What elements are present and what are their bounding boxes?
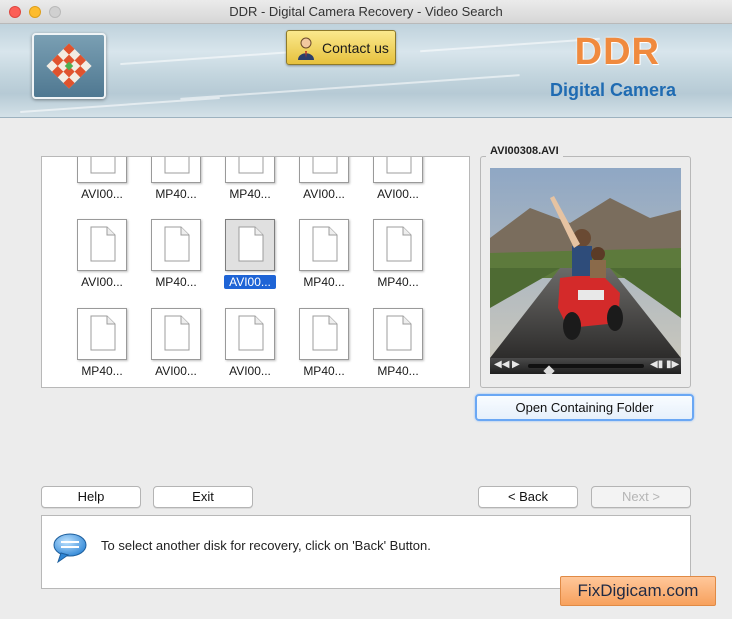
brand-subtitle: Digital Camera — [549, 80, 676, 100]
file-grid: AVI00... MP40... MP40... AVI00... AVI00... AV… — [41, 156, 470, 388]
file-name: AVI00... — [155, 364, 197, 378]
file-name: MP40... — [303, 364, 345, 378]
file-tile[interactable]: MP40... — [368, 306, 428, 380]
file-name: AVI00... — [224, 275, 276, 289]
document-icon — [164, 315, 190, 351]
file-name: MP40... — [377, 275, 419, 289]
file-thumbnail — [373, 219, 423, 271]
file-name: MP40... — [303, 275, 345, 289]
file-tile[interactable]: MP40... — [368, 217, 428, 291]
app-logo — [32, 33, 106, 99]
open-containing-folder-button[interactable]: Open Containing Folder — [475, 394, 694, 421]
status-message: To select another disk for recovery, cli… — [101, 538, 431, 553]
video-frame — [490, 168, 681, 358]
seek-knob[interactable] — [543, 365, 555, 374]
file-tile[interactable]: MP40... — [294, 217, 354, 291]
file-name: MP40... — [81, 364, 123, 378]
app-window: DDR - Digital Camera Recovery - Video Se… — [0, 0, 732, 619]
next-button[interactable]: Next > — [591, 486, 691, 508]
file-name: AVI00... — [303, 187, 345, 201]
brand-title: DDR — [574, 31, 660, 73]
document-icon — [312, 315, 338, 351]
step-forward-icon[interactable]: ▮▶ — [666, 359, 679, 370]
document-icon — [312, 157, 338, 174]
document-icon — [164, 157, 190, 174]
document-icon — [238, 315, 264, 351]
file-tile[interactable]: MP40... — [146, 157, 206, 203]
file-thumbnail — [151, 219, 201, 271]
file-name: MP40... — [155, 275, 197, 289]
document-icon — [90, 157, 116, 174]
watermark: FixDigicam.com — [560, 576, 716, 606]
file-tile[interactable]: AVI00... — [368, 157, 428, 203]
file-tile[interactable]: AVI00... — [146, 306, 206, 380]
preview-title: AVI00308.AVI — [486, 145, 563, 157]
file-thumbnail — [373, 157, 423, 183]
file-tile[interactable]: AVI00... — [294, 157, 354, 203]
document-icon — [386, 226, 412, 262]
file-thumbnail — [151, 308, 201, 360]
file-thumbnail — [299, 219, 349, 271]
video-player[interactable]: ◀◀ ▶ ◀▮ ▮▶ — [490, 168, 681, 374]
speech-bubble-icon — [53, 533, 87, 564]
file-thumbnail — [299, 308, 349, 360]
file-tile[interactable]: AVI00... — [220, 217, 280, 291]
file-name: AVI00... — [229, 364, 271, 378]
step-back-icon[interactable]: ◀▮ — [650, 359, 663, 370]
contact-us-label: Contact us — [322, 40, 389, 56]
file-name: AVI00... — [81, 275, 123, 289]
file-thumbnail — [151, 157, 201, 183]
document-icon — [164, 226, 190, 262]
file-name: AVI00... — [377, 187, 419, 201]
video-controls: ◀◀ ▶ ◀▮ ▮▶ — [490, 358, 681, 374]
file-thumbnail — [225, 219, 275, 271]
file-tile[interactable]: AVI00... — [220, 306, 280, 380]
contact-us-button[interactable]: Contact us — [286, 30, 396, 65]
file-thumbnail — [225, 308, 275, 360]
file-tile[interactable]: MP40... — [72, 306, 132, 380]
document-icon — [238, 226, 264, 262]
file-tile[interactable]: AVI00... — [72, 157, 132, 203]
seek-bar[interactable] — [528, 364, 644, 374]
document-icon — [386, 315, 412, 351]
help-button[interactable]: Help — [41, 486, 141, 508]
file-tile[interactable]: MP40... — [220, 157, 280, 203]
checker-logo-icon — [46, 43, 92, 89]
title-bar: DDR - Digital Camera Recovery - Video Se… — [0, 0, 732, 24]
document-icon — [90, 315, 116, 351]
file-thumbnail — [299, 157, 349, 183]
window-title: DDR - Digital Camera Recovery - Video Se… — [229, 4, 503, 19]
header-banner: Contact us DDR Digital Camera — [0, 24, 732, 118]
file-tile[interactable]: MP40... — [146, 217, 206, 291]
file-name: AVI00... — [81, 187, 123, 201]
file-thumbnail — [373, 308, 423, 360]
document-icon — [386, 157, 412, 174]
file-tile[interactable]: MP40... — [294, 306, 354, 380]
file-thumbnail — [77, 308, 127, 360]
document-icon — [238, 157, 264, 174]
back-button[interactable]: < Back — [478, 486, 578, 508]
file-tile[interactable]: AVI00... — [72, 217, 132, 291]
document-icon — [90, 226, 116, 262]
exit-button[interactable]: Exit — [153, 486, 253, 508]
file-name: MP40... — [229, 187, 271, 201]
file-name: MP40... — [155, 187, 197, 201]
file-name: MP40... — [377, 364, 419, 378]
file-thumbnail — [77, 219, 127, 271]
support-person-icon — [298, 37, 314, 60]
rewind-icon[interactable]: ◀◀ — [494, 359, 509, 370]
file-thumbnail — [77, 157, 127, 183]
file-thumbnail — [225, 157, 275, 183]
document-icon — [312, 226, 338, 262]
play-icon[interactable]: ▶ — [512, 359, 520, 370]
